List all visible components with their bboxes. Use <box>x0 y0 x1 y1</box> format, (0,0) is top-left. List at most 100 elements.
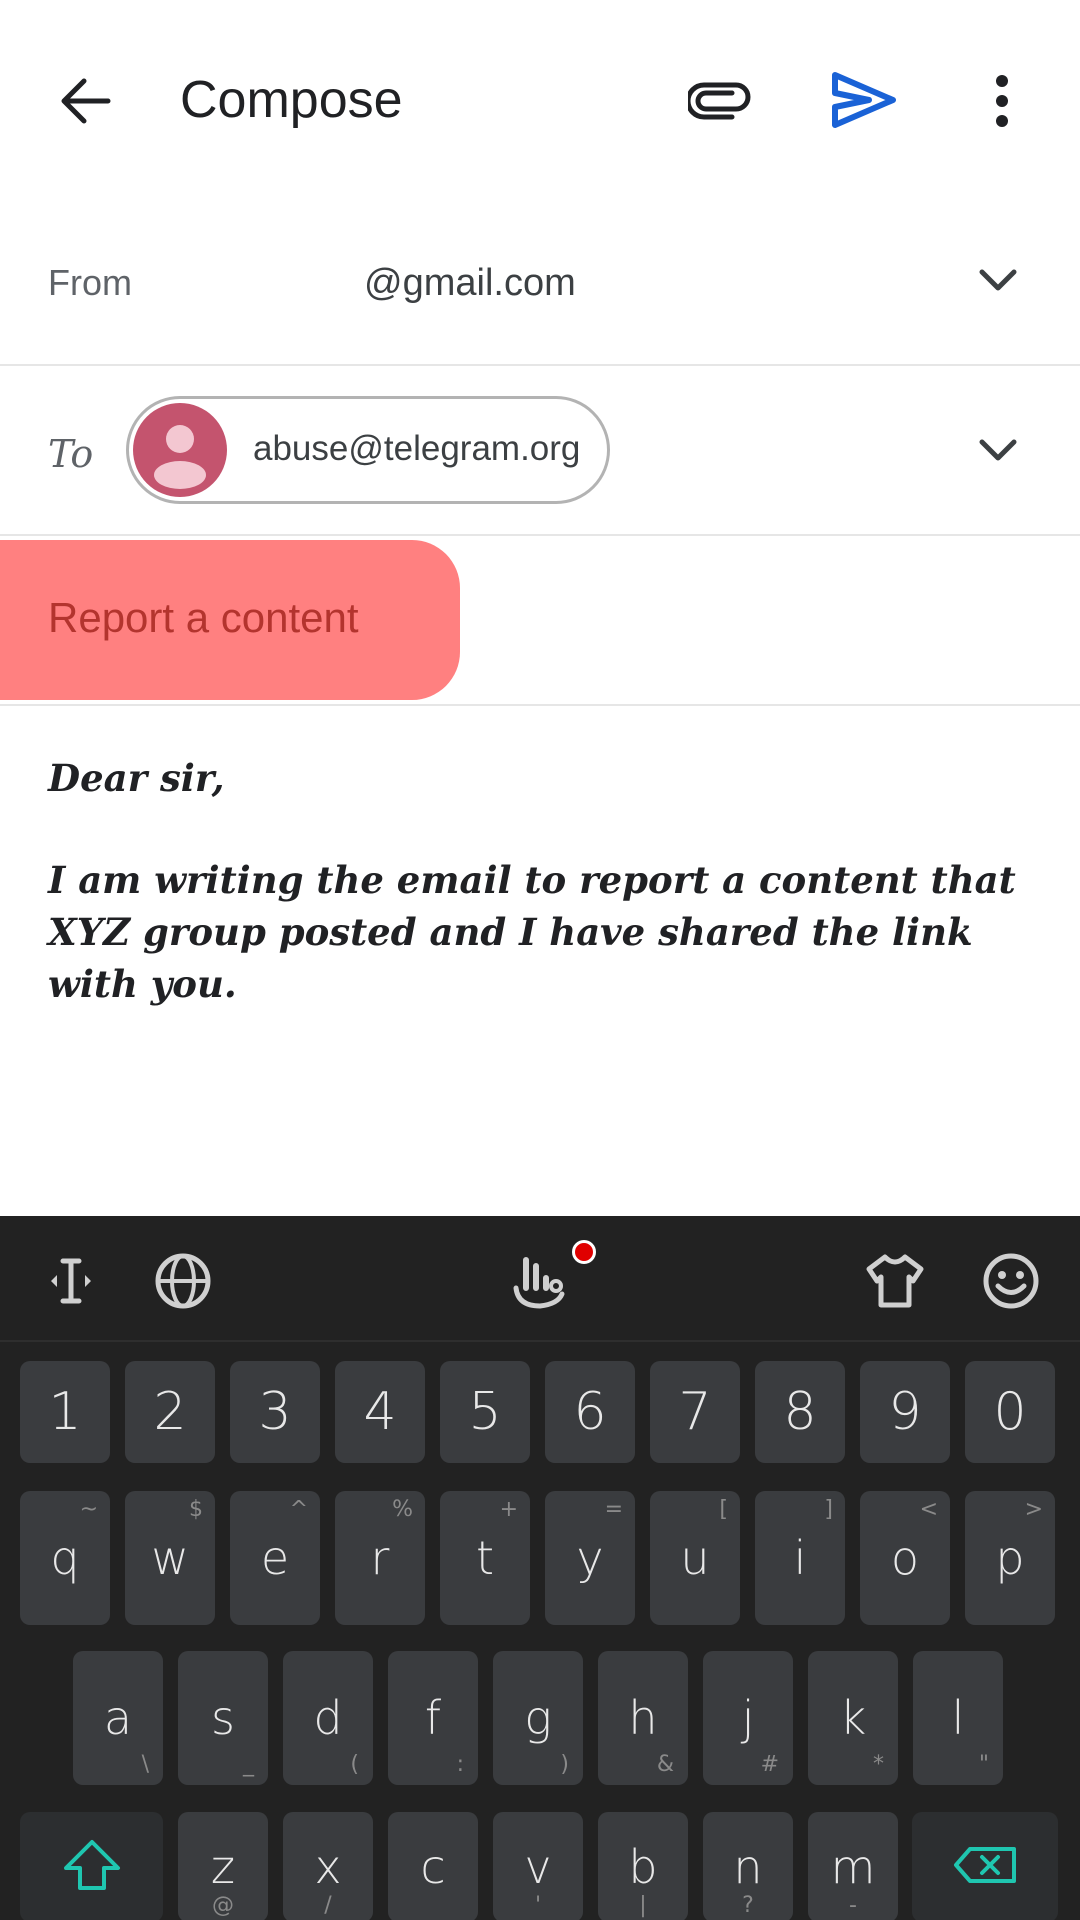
key-d[interactable]: d( <box>283 1651 373 1785</box>
subject-field[interactable]: Report a content <box>48 594 359 642</box>
key-m[interactable]: m- <box>808 1812 898 1920</box>
key-f[interactable]: f: <box>388 1651 478 1785</box>
key-label: m <box>830 1840 876 1894</box>
key-label: f <box>424 1691 442 1745</box>
chevron-down-icon[interactable] <box>970 422 1026 478</box>
key-label: 3 <box>258 1382 292 1442</box>
key-label: w <box>151 1531 189 1585</box>
emoji-icon[interactable] <box>976 1246 1046 1316</box>
key-label: v <box>524 1840 552 1894</box>
key-alt-symbol: ? <box>742 1893 754 1918</box>
keyboard-toolbar <box>0 1216 1080 1342</box>
key-e[interactable]: e ^ <box>230 1491 320 1625</box>
key-alt-symbol: * <box>873 1752 884 1777</box>
key-label: y <box>576 1531 604 1585</box>
shirt-icon[interactable] <box>860 1246 930 1316</box>
key-9[interactable]: 9 <box>860 1361 950 1463</box>
to-row: To abuse@telegram.org <box>0 366 1080 536</box>
send-icon[interactable] <box>826 64 902 136</box>
key-label: t <box>475 1531 495 1585</box>
key-b[interactable]: b | <box>598 1812 688 1920</box>
backspace-icon <box>952 1845 1018 1889</box>
key-6[interactable]: 6 <box>545 1361 635 1463</box>
key-5[interactable]: 5 <box>440 1361 530 1463</box>
key-8[interactable]: 8 <box>755 1361 845 1463</box>
key-label: u <box>680 1531 710 1585</box>
key-y[interactable]: y = <box>545 1491 635 1625</box>
key-u[interactable]: u[ <box>650 1491 740 1625</box>
key-p[interactable]: p > <box>965 1491 1055 1625</box>
key-2[interactable]: 2 <box>125 1361 215 1463</box>
globe-icon[interactable] <box>148 1246 218 1316</box>
key-label: n <box>733 1840 763 1894</box>
key-label: 2 <box>153 1382 187 1442</box>
key-label: 0 <box>993 1382 1027 1442</box>
email-body[interactable]: Dear sir, I am writing the email to repo… <box>48 752 1038 1060</box>
from-row: From @gmail.com <box>0 200 1080 366</box>
key-g[interactable]: g) <box>493 1651 583 1785</box>
key-label: g <box>524 1691 552 1745</box>
recipient-email: abuse@telegram.org <box>253 429 581 468</box>
key-c[interactable]: c <box>388 1812 478 1920</box>
key-t[interactable]: t + <box>440 1491 530 1625</box>
key-label: o <box>890 1531 920 1585</box>
key-label: q <box>50 1531 80 1585</box>
backspace-key[interactable] <box>912 1812 1058 1920</box>
key-x[interactable]: x / <box>283 1812 373 1920</box>
key-label: r <box>370 1531 390 1585</box>
text-cursor-icon[interactable] <box>36 1246 106 1316</box>
key-7[interactable]: 7 <box>650 1361 740 1463</box>
chevron-down-icon[interactable] <box>970 252 1026 308</box>
shift-key[interactable] <box>20 1812 163 1920</box>
key-alt-symbol: = <box>604 1497 623 1522</box>
key-i[interactable]: i] <box>755 1491 845 1625</box>
subject-row[interactable]: Report a content <box>0 536 1080 706</box>
key-3[interactable]: 3 <box>230 1361 320 1463</box>
key-w[interactable]: w $ <box>125 1491 215 1625</box>
arrow-left-icon[interactable] <box>50 66 120 136</box>
key-alt-symbol: [ <box>719 1497 728 1522</box>
key-a[interactable]: a \ <box>73 1651 163 1785</box>
key-s[interactable]: s _ <box>178 1651 268 1785</box>
more-vertical-icon[interactable] <box>976 66 1028 136</box>
key-label: 1 <box>48 1382 82 1442</box>
key-alt-symbol: % <box>392 1497 413 1522</box>
key-alt-symbol: ) <box>560 1752 569 1777</box>
key-alt-symbol: - <box>849 1893 857 1918</box>
paperclip-icon[interactable] <box>682 66 758 136</box>
key-q[interactable]: q ~ <box>20 1491 110 1625</box>
key-label: s <box>211 1691 235 1745</box>
key-label: h <box>628 1691 658 1745</box>
key-alt-symbol: @ <box>212 1893 234 1918</box>
hand-gesture-icon[interactable] <box>504 1240 596 1316</box>
key-label: 5 <box>468 1382 502 1442</box>
key-4[interactable]: 4 <box>335 1361 425 1463</box>
key-r[interactable]: r% <box>335 1491 425 1625</box>
key-alt-symbol: # <box>760 1752 779 1777</box>
key-label: e <box>260 1531 290 1585</box>
key-label: k <box>839 1691 867 1745</box>
key-j[interactable]: j # <box>703 1651 793 1785</box>
from-address[interactable]: @gmail.com <box>364 262 576 305</box>
key-1[interactable]: 1 <box>20 1361 110 1463</box>
key-o[interactable]: o < <box>860 1491 950 1625</box>
key-v[interactable]: v ' <box>493 1812 583 1920</box>
key-label: 4 <box>363 1382 397 1442</box>
key-h[interactable]: h & <box>598 1651 688 1785</box>
key-n[interactable]: n? <box>703 1812 793 1920</box>
key-0[interactable]: 0 <box>965 1361 1055 1463</box>
key-alt-symbol: _ <box>243 1752 254 1777</box>
key-alt-symbol: + <box>499 1497 518 1522</box>
key-alt-symbol: ' <box>534 1893 542 1918</box>
key-label: a <box>103 1691 133 1745</box>
key-label: j <box>741 1691 755 1745</box>
key-alt-symbol: \ <box>141 1752 149 1777</box>
key-alt-symbol: " <box>978 1752 989 1777</box>
key-l[interactable]: l " <box>913 1651 1003 1785</box>
key-alt-symbol: > <box>1024 1497 1043 1522</box>
key-k[interactable]: k * <box>808 1651 898 1785</box>
recipient-chip[interactable]: abuse@telegram.org <box>126 396 610 504</box>
key-alt-symbol: ( <box>350 1752 359 1777</box>
key-z[interactable]: z @ <box>178 1812 268 1920</box>
key-alt-symbol: : <box>456 1752 464 1777</box>
